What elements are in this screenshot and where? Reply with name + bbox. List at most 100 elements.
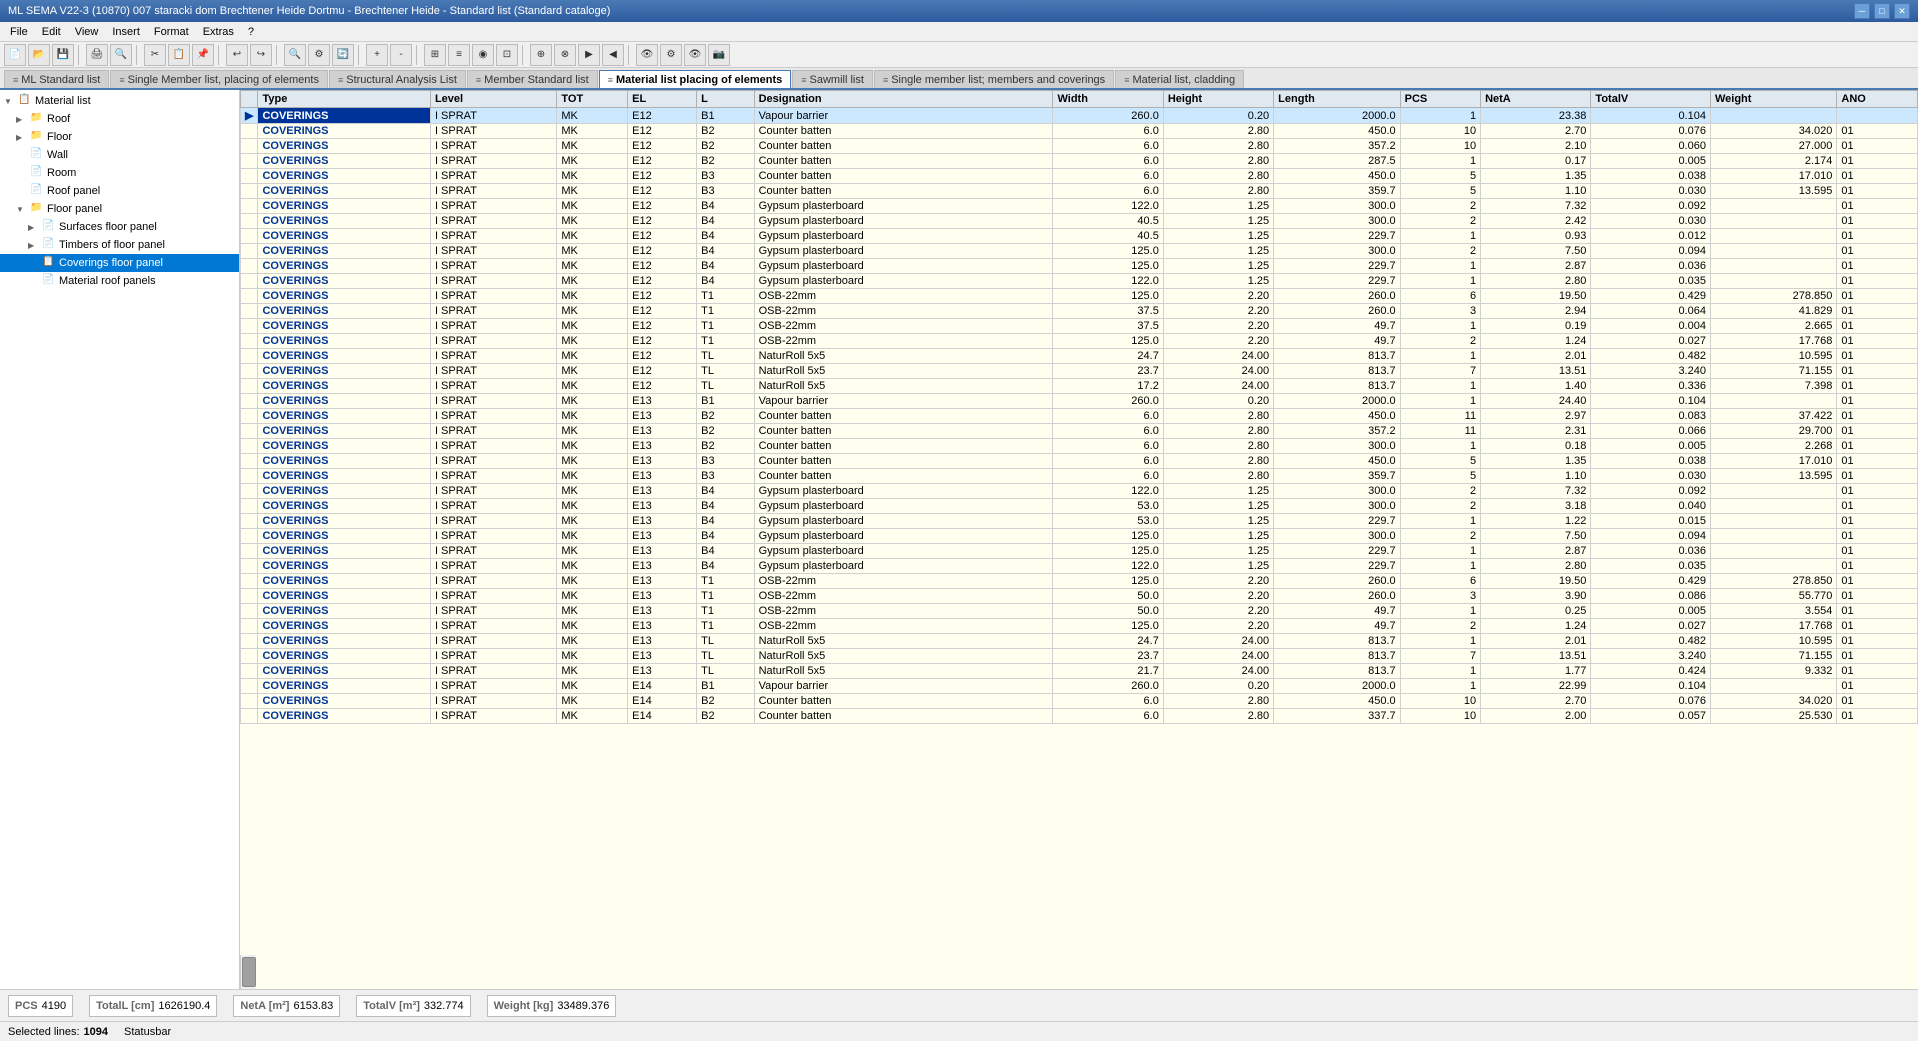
col-header-designation[interactable]: Designation [754, 91, 1053, 108]
tree-room[interactable]: 📄 Room [0, 164, 239, 182]
menu-insert[interactable]: Insert [106, 24, 146, 40]
menu-file[interactable]: File [4, 24, 34, 40]
menu-edit[interactable]: Edit [36, 24, 67, 40]
table-row[interactable]: COVERINGSI SPRATMKE12B4Gypsum plasterboa… [241, 199, 1918, 214]
table-row[interactable]: COVERINGSI SPRATMKE13B4Gypsum plasterboa… [241, 499, 1918, 514]
tb-paste[interactable]: 📌 [192, 44, 214, 66]
tab-ml-standard[interactable]: ≡ ML Standard list [4, 70, 109, 88]
col-header-height[interactable]: Height [1163, 91, 1273, 108]
tb-view1[interactable]: ⊞ [424, 44, 446, 66]
tb-copy[interactable]: 📋 [168, 44, 190, 66]
maximize-button[interactable]: □ [1874, 3, 1890, 19]
tb-search[interactable]: 🔍 [284, 44, 306, 66]
table-row[interactable]: COVERINGSI SPRATMKE12B2Counter batten6.0… [241, 139, 1918, 154]
table-row[interactable]: COVERINGSI SPRATMKE12T1OSB-22mm125.02.20… [241, 289, 1918, 304]
table-row[interactable]: COVERINGSI SPRATMKE12B2Counter batten6.0… [241, 154, 1918, 169]
table-row[interactable]: COVERINGSI SPRATMKE13B2Counter batten6.0… [241, 424, 1918, 439]
table-row[interactable]: COVERINGSI SPRATMKE13T1OSB-22mm50.02.202… [241, 589, 1918, 604]
table-row[interactable]: COVERINGSI SPRATMKE12B4Gypsum plasterboa… [241, 244, 1918, 259]
table-row[interactable]: COVERINGSI SPRATMKE13T1OSB-22mm125.02.20… [241, 619, 1918, 634]
table-row[interactable]: COVERINGSI SPRATMKE14B1Vapour barrier260… [241, 679, 1918, 694]
tb-refresh[interactable]: 🔄 [332, 44, 354, 66]
tb-eye2[interactable]: 👁 [684, 44, 706, 66]
table-row[interactable]: COVERINGSI SPRATMKE13B1Vapour barrier260… [241, 394, 1918, 409]
table-row[interactable]: COVERINGSI SPRATMKE12B4Gypsum plasterboa… [241, 274, 1918, 289]
tb-extra3[interactable]: ▶ [578, 44, 600, 66]
tab-member-standard[interactable]: ≡ Member Standard list [467, 70, 598, 88]
tb-extra2[interactable]: ⊗ [554, 44, 576, 66]
tb-redo[interactable]: ↪ [250, 44, 272, 66]
table-row[interactable]: COVERINGSI SPRATMKE12B4Gypsum plasterboa… [241, 214, 1918, 229]
tab-material-cladding[interactable]: ≡ Material list, cladding [1115, 70, 1244, 88]
col-header-width[interactable]: Width [1053, 91, 1163, 108]
col-header-totalv[interactable]: TotalV [1591, 91, 1711, 108]
col-header-l[interactable]: L [697, 91, 754, 108]
col-header-weight[interactable]: Weight [1710, 91, 1836, 108]
tb-view4[interactable]: ⊡ [496, 44, 518, 66]
tb-extra1[interactable]: ⊕ [530, 44, 552, 66]
tb-open[interactable]: 📂 [28, 44, 50, 66]
close-button[interactable]: ✕ [1894, 3, 1910, 19]
col-header-el[interactable]: EL [628, 91, 697, 108]
minimize-button[interactable]: ─ [1854, 3, 1870, 19]
tab-structural[interactable]: ≡ Structural Analysis List [329, 70, 466, 88]
col-header-tot[interactable]: TOT [557, 91, 628, 108]
table-row[interactable]: COVERINGSI SPRATMKE12T1OSB-22mm37.52.204… [241, 319, 1918, 334]
menu-extras[interactable]: Extras [197, 24, 240, 40]
tree-roof[interactable]: ▶ 📁 Roof [0, 110, 239, 128]
table-row[interactable]: COVERINGSI SPRATMKE13TLNaturRoll 5x523.7… [241, 649, 1918, 664]
col-header-level[interactable]: Level [430, 91, 556, 108]
table-row[interactable]: COVERINGSI SPRATMKE12B4Gypsum plasterboa… [241, 259, 1918, 274]
tb-undo[interactable]: ↩ [226, 44, 248, 66]
tab-single-member-placing[interactable]: ≡ Single Member list, placing of element… [110, 70, 328, 88]
tab-single-member-coverings[interactable]: ≡ Single member list; members and coveri… [874, 70, 1114, 88]
tree-timbers-floor-panel[interactable]: ▶ 📄 Timbers of floor panel [0, 236, 239, 254]
tree-floor-panel[interactable]: ▼ 📁 Floor panel [0, 200, 239, 218]
col-header-neta[interactable]: NetA [1481, 91, 1591, 108]
tb-cut[interactable]: ✂ [144, 44, 166, 66]
table-row[interactable]: COVERINGSI SPRATMKE12TLNaturRoll 5x524.7… [241, 349, 1918, 364]
table-row[interactable]: COVERINGSI SPRATMKE12TLNaturRoll 5x523.7… [241, 364, 1918, 379]
table-row[interactable]: COVERINGSI SPRATMKE13B2Counter batten6.0… [241, 409, 1918, 424]
tb-save[interactable]: 💾 [52, 44, 74, 66]
table-row[interactable]: COVERINGSI SPRATMKE13B3Counter batten6.0… [241, 469, 1918, 484]
tab-sawmill[interactable]: ≡ Sawmill list [792, 70, 873, 88]
menu-help[interactable]: ? [242, 24, 260, 40]
table-row[interactable]: COVERINGSI SPRATMKE13B4Gypsum plasterboa… [241, 529, 1918, 544]
tb-zoom-out[interactable]: - [390, 44, 412, 66]
tb-view3[interactable]: ◉ [472, 44, 494, 66]
tb-print[interactable]: 🖨 [86, 44, 108, 66]
tb-view2[interactable]: ≡ [448, 44, 470, 66]
tree-floor[interactable]: ▶ 📁 Floor [0, 128, 239, 146]
table-row[interactable]: COVERINGSI SPRATMKE13T1OSB-22mm50.02.204… [241, 604, 1918, 619]
table-row[interactable]: COVERINGSI SPRATMKE13B3Counter batten6.0… [241, 454, 1918, 469]
table-row[interactable]: COVERINGSI SPRATMKE12B4Gypsum plasterboa… [241, 229, 1918, 244]
table-row[interactable]: COVERINGSI SPRATMKE12T1OSB-22mm37.52.202… [241, 304, 1918, 319]
table-row[interactable]: COVERINGSI SPRATMKE12B3Counter batten6.0… [241, 184, 1918, 199]
tree-material-list[interactable]: ▼ 📋 Material list [0, 92, 239, 110]
tb-print-prev[interactable]: 🔍 [110, 44, 132, 66]
table-row[interactable]: COVERINGSI SPRATMKE13B4Gypsum plasterboa… [241, 484, 1918, 499]
col-header-ano[interactable]: ANO [1837, 91, 1918, 108]
table-row[interactable]: COVERINGSI SPRATMKE14B2Counter batten6.0… [241, 694, 1918, 709]
tab-material-placing[interactable]: ≡ Material list placing of elements [599, 70, 792, 88]
tb-new[interactable]: 📄 [4, 44, 26, 66]
right-scrollbar[interactable] [240, 955, 256, 989]
tb-extra4[interactable]: ◀ [602, 44, 624, 66]
table-row[interactable]: COVERINGSI SPRATMKE12TLNaturRoll 5x517.2… [241, 379, 1918, 394]
table-row[interactable]: COVERINGSI SPRATMKE13B4Gypsum plasterboa… [241, 544, 1918, 559]
tb-eye[interactable]: 👁 [636, 44, 658, 66]
table-row[interactable]: COVERINGSI SPRATMKE12B2Counter batten6.0… [241, 124, 1918, 139]
menu-format[interactable]: Format [148, 24, 195, 40]
tree-surfaces-floor-panel[interactable]: ▶ 📄 Surfaces floor panel [0, 218, 239, 236]
tree-coverings-floor-panel[interactable]: 📋 Coverings floor panel [0, 254, 239, 272]
table-row[interactable]: COVERINGSI SPRATMKE13TLNaturRoll 5x521.7… [241, 664, 1918, 679]
menu-view[interactable]: View [69, 24, 105, 40]
table-row[interactable]: COVERINGSI SPRATMKE14B2Counter batten6.0… [241, 709, 1918, 724]
tree-material-roof-panels[interactable]: 📄 Material roof panels [0, 272, 239, 290]
tb-camera[interactable]: 📷 [708, 44, 730, 66]
table-row[interactable]: COVERINGSI SPRATMKE13TLNaturRoll 5x524.7… [241, 634, 1918, 649]
col-header-type[interactable]: Type [258, 91, 430, 108]
table-row[interactable]: COVERINGSI SPRATMKE13T1OSB-22mm125.02.20… [241, 574, 1918, 589]
tb-zoom-in[interactable]: + [366, 44, 388, 66]
